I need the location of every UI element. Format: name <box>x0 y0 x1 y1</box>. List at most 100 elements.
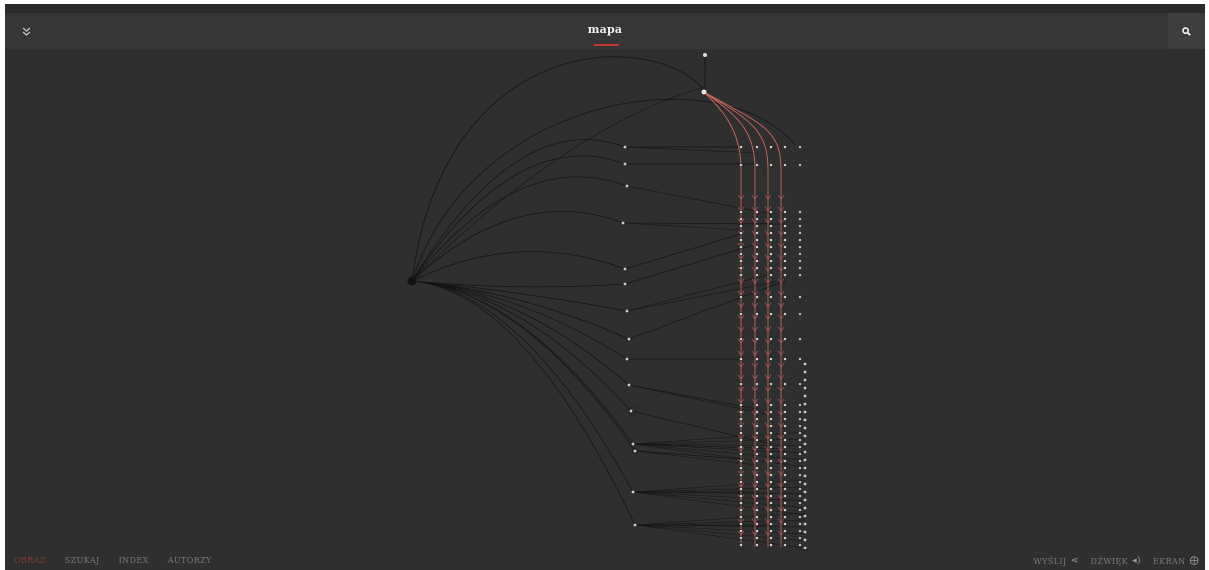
graph-node[interactable] <box>739 337 743 341</box>
graph-node[interactable] <box>769 266 773 270</box>
graph-node[interactable] <box>769 480 773 484</box>
graph-node[interactable] <box>755 529 759 533</box>
graph-node[interactable] <box>783 145 787 149</box>
graph-node[interactable] <box>755 382 759 386</box>
graph-node[interactable] <box>739 501 743 505</box>
graph-node[interactable] <box>783 210 787 214</box>
graph-node[interactable] <box>769 238 773 242</box>
graph-node[interactable] <box>798 224 802 228</box>
graph-node[interactable] <box>755 145 759 149</box>
graph-node[interactable] <box>769 431 773 435</box>
graph-node[interactable] <box>798 410 802 414</box>
graph-node[interactable] <box>783 466 787 470</box>
graph-node[interactable] <box>769 473 773 477</box>
graph-node[interactable] <box>783 224 787 228</box>
graph-node[interactable] <box>625 184 629 188</box>
graph-node[interactable] <box>803 514 807 518</box>
graph-node[interactable] <box>798 382 802 386</box>
graph-node[interactable] <box>755 224 759 228</box>
graph-node[interactable] <box>623 162 627 166</box>
graph-node[interactable] <box>798 536 802 540</box>
graph-node[interactable] <box>739 466 743 470</box>
graph-node[interactable] <box>739 295 743 299</box>
graph-node[interactable] <box>803 490 807 494</box>
graph-node[interactable] <box>755 424 759 428</box>
graph-node[interactable] <box>769 252 773 256</box>
graph-node[interactable] <box>798 337 802 341</box>
graph-node[interactable] <box>755 501 759 505</box>
graph-node[interactable] <box>755 466 759 470</box>
graph-node[interactable] <box>803 466 807 470</box>
graph-node[interactable] <box>798 312 802 316</box>
graph-node[interactable] <box>803 402 807 406</box>
graph-node[interactable] <box>755 431 759 435</box>
graph-node[interactable] <box>798 473 802 477</box>
graph-node[interactable] <box>783 273 787 277</box>
graph-node[interactable] <box>631 490 635 494</box>
sound-button[interactable]: DŹWIĘK ◂) <box>1091 556 1141 566</box>
graph-node[interactable] <box>798 217 802 221</box>
graph-node[interactable] <box>755 445 759 449</box>
graph-node[interactable] <box>703 53 707 57</box>
graph-node[interactable] <box>798 522 802 526</box>
graph-node[interactable] <box>739 536 743 540</box>
graph-node[interactable] <box>783 529 787 533</box>
graph-node[interactable] <box>739 266 743 270</box>
graph-node[interactable] <box>739 145 743 149</box>
graph-node[interactable] <box>783 501 787 505</box>
graph-node[interactable] <box>755 487 759 491</box>
graph-node[interactable] <box>798 231 802 235</box>
graph-node[interactable] <box>627 337 631 341</box>
graph-node[interactable] <box>739 259 743 263</box>
graph-node[interactable] <box>755 231 759 235</box>
graph-node[interactable] <box>783 382 787 386</box>
graph-node[interactable] <box>755 210 759 214</box>
graph-node[interactable] <box>755 252 759 256</box>
graph-node[interactable] <box>755 337 759 341</box>
graph-node[interactable] <box>798 403 802 407</box>
graph-node[interactable] <box>739 252 743 256</box>
share-button[interactable]: WYŚLIJ ⋖ <box>1034 556 1079 566</box>
graph-node[interactable] <box>783 424 787 428</box>
graph-node[interactable] <box>783 357 787 361</box>
graph-node[interactable] <box>798 515 802 519</box>
graph-node[interactable] <box>739 522 743 526</box>
graph-node[interactable] <box>739 217 743 221</box>
graph-node[interactable] <box>755 438 759 442</box>
graph-node[interactable] <box>769 494 773 498</box>
graph-node[interactable] <box>783 403 787 407</box>
graph-node[interactable] <box>621 221 625 225</box>
graph-node[interactable] <box>783 238 787 242</box>
graph-node[interactable] <box>798 459 802 463</box>
graph-node[interactable] <box>783 536 787 540</box>
graph-node[interactable] <box>798 245 802 249</box>
graph-node[interactable] <box>739 494 743 498</box>
nav-item-obraz[interactable]: OBRAZ <box>14 556 46 565</box>
graph-node[interactable] <box>755 217 759 221</box>
graph-node[interactable] <box>798 259 802 263</box>
graph-node[interactable] <box>739 543 743 547</box>
graph-node[interactable] <box>739 273 743 277</box>
fullscreen-button[interactable]: EKRAN ⨁ <box>1153 556 1199 566</box>
graph-node[interactable] <box>783 508 787 512</box>
graph-node[interactable] <box>755 508 759 512</box>
graph-node[interactable] <box>803 530 807 534</box>
graph-node[interactable] <box>783 543 787 547</box>
graph-node[interactable] <box>803 498 807 502</box>
graph-node[interactable] <box>633 449 637 453</box>
graph-node[interactable] <box>755 312 759 316</box>
graph-node[interactable] <box>755 480 759 484</box>
graph-node[interactable] <box>803 442 807 446</box>
graph-node[interactable] <box>739 487 743 491</box>
graph-node[interactable] <box>739 410 743 414</box>
graph-node[interactable] <box>783 312 787 316</box>
graph-node[interactable] <box>803 426 807 430</box>
graph-node[interactable] <box>783 473 787 477</box>
graph-node[interactable] <box>783 459 787 463</box>
graph-node[interactable] <box>798 357 802 361</box>
graph-node[interactable] <box>798 543 802 547</box>
graph-node[interactable] <box>755 245 759 249</box>
graph-node[interactable] <box>783 337 787 341</box>
graph-node[interactable] <box>755 522 759 526</box>
graph-node[interactable] <box>755 494 759 498</box>
